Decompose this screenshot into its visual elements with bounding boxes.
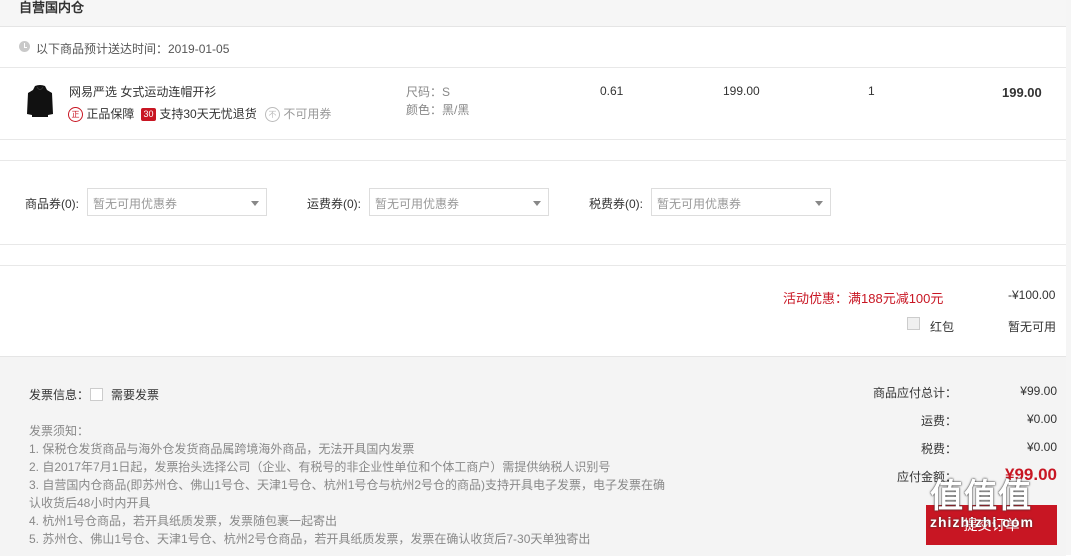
watermark-logo: 值值值 zhizhizhi.com xyxy=(930,477,1071,531)
tax-value: ¥0.00 xyxy=(1026,440,1057,454)
divider xyxy=(0,139,1066,140)
goods-coupon-select[interactable]: 暂无可用优惠券 xyxy=(87,188,267,216)
red-packet-status: 暂无可用 xyxy=(1008,320,1057,334)
shipping-coupon-placeholder: 暂无可用优惠券 xyxy=(375,197,460,211)
chevron-down-icon xyxy=(251,201,259,206)
return-policy-tag: 30 支持30天无忧退货 xyxy=(141,105,257,122)
shipping-label: 运费： xyxy=(920,414,957,428)
chevron-down-icon xyxy=(533,201,541,206)
goods-total-value: ¥99.00 xyxy=(1020,384,1057,398)
divider xyxy=(0,265,1066,266)
no-coupon-icon: 不 xyxy=(265,107,280,123)
shipping-coupon-label: 运费券(0): xyxy=(307,197,362,211)
tax-coupon-label: 税费券(0): xyxy=(589,197,644,211)
invoice-notes: 发票须知： 1. 保税仓发货商品与海外仓发货商品属跨境海外商品，无法开具国内发票… xyxy=(29,422,665,548)
delivery-notice: 以下商品预计送达时间：2019-01-05 xyxy=(36,42,230,56)
warehouse-title: 自营国内仓 xyxy=(19,0,85,15)
tax-coupon-select[interactable]: 暂无可用优惠券 xyxy=(651,188,831,216)
product-weight: 0.61 xyxy=(600,84,624,98)
product-price: 199.00 xyxy=(723,84,760,98)
red-packet-checkbox[interactable] xyxy=(907,317,920,330)
invoice-note: 4. 杭州1号仓商品，若开具纸质发票，发票随包裹一起寄出 xyxy=(29,514,338,528)
return-30-icon: 30 xyxy=(141,108,156,122)
goods-coupon-placeholder: 暂无可用优惠券 xyxy=(93,197,178,211)
goods-total-label: 商品应付总计： xyxy=(872,386,957,400)
product-thumbnail[interactable] xyxy=(26,84,54,118)
product-subtotal: 199.00 xyxy=(1002,85,1042,100)
promotion-text: 活动优惠：满188元减100元 xyxy=(783,291,944,306)
divider xyxy=(0,160,1066,161)
no-coupon-label: 不可用券 xyxy=(283,107,332,121)
clock-icon xyxy=(19,41,30,52)
product-size: 尺码：S xyxy=(406,85,451,99)
shipping-coupon-select[interactable]: 暂无可用优惠券 xyxy=(369,188,549,216)
invoice-note: 2. 自2017年7月1日起，发票抬头选择公司（企业、有税号的非企业性单位和个体… xyxy=(29,460,611,474)
page-scrollbar[interactable] xyxy=(1066,0,1071,555)
invoice-note: 5. 苏州仓、佛山1号仓、天津1号仓、杭州2号仓商品，若开具纸质发票，发票在确认… xyxy=(29,532,591,546)
watermark-glyphs: 值值值 xyxy=(930,477,1032,514)
tax-coupon-placeholder: 暂无可用优惠券 xyxy=(657,197,742,211)
product-color: 颜色：黑/黑 xyxy=(406,103,470,117)
need-invoice-label: 需要发票 xyxy=(111,388,160,402)
invoice-note: 1. 保税仓发货商品与海外仓发货商品属跨境海外商品，无法开具国内发票 xyxy=(29,442,415,456)
product-name-link[interactable]: 网易严选 女式运动连帽开衫 xyxy=(69,83,216,100)
watermark-url: zhizhizhi.com xyxy=(930,514,1034,530)
divider xyxy=(0,67,1066,68)
invoice-note: 认收货后48小时内开具 xyxy=(29,496,151,510)
no-coupon-tag: 不 不可用券 xyxy=(265,105,332,123)
divider xyxy=(0,244,1066,245)
invoice-label: 发票信息： xyxy=(29,388,90,402)
return-label: 支持30天无忧退货 xyxy=(159,107,257,121)
product-quantity: 1 xyxy=(868,84,875,98)
promotion-amount: -¥100.00 xyxy=(1008,288,1056,302)
goods-coupon-label: 商品券(0): xyxy=(25,197,80,211)
tax-label: 税费： xyxy=(920,442,957,456)
red-packet-label: 红包 xyxy=(930,320,955,334)
genuine-label: 正品保障 xyxy=(86,107,135,121)
chevron-down-icon xyxy=(815,201,823,206)
warehouse-header xyxy=(0,0,1066,27)
genuine-icon: 正 xyxy=(68,107,83,123)
invoice-note: 3. 自营国内仓商品(即苏州仓、佛山1号仓、天津1号仓、杭州1号仓与杭州2号仓的… xyxy=(29,478,666,492)
invoice-notes-title: 发票须知： xyxy=(29,424,90,438)
need-invoice-checkbox[interactable] xyxy=(90,388,103,401)
genuine-guarantee-tag: 正 正品保障 xyxy=(68,105,135,123)
shipping-value: ¥0.00 xyxy=(1026,412,1057,426)
